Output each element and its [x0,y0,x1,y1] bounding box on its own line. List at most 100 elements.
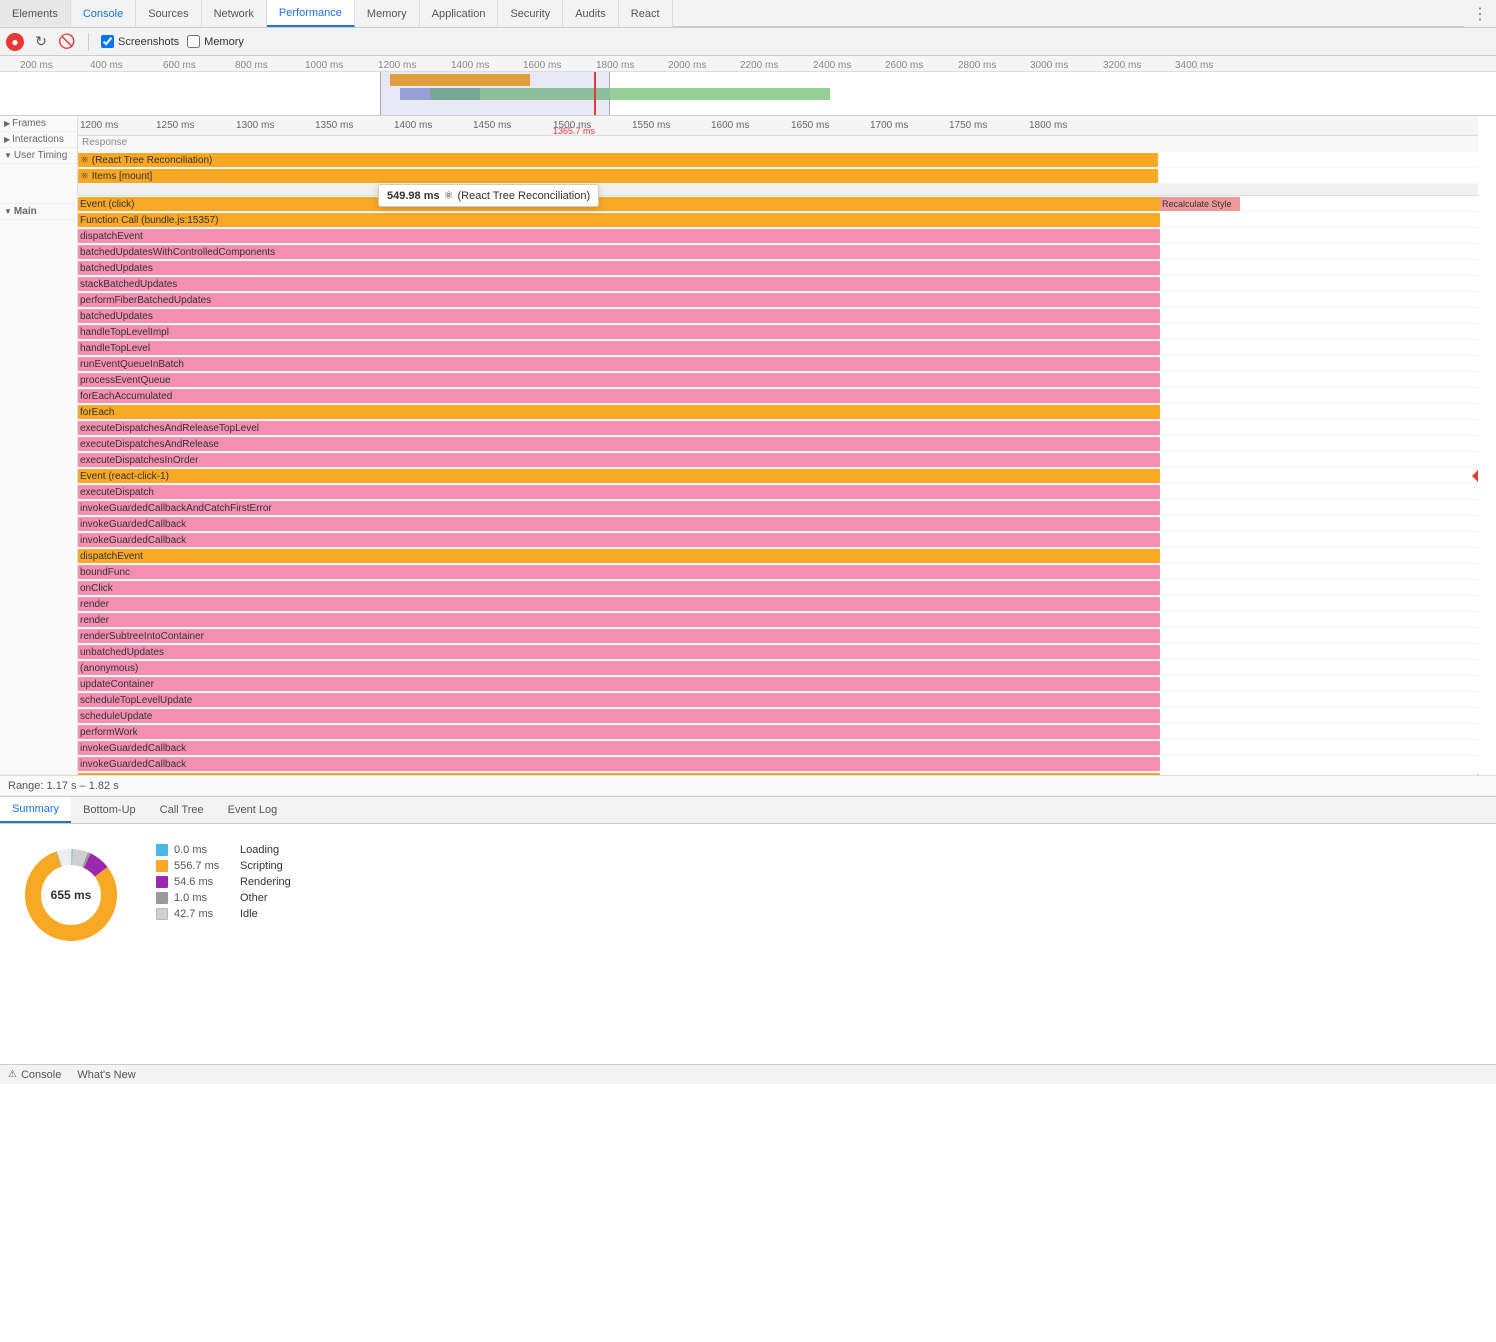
main-row-invoke-guarded-1[interactable]: invokeGuardedCallback [78,516,1478,532]
bar-render-1[interactable]: render [78,597,1160,611]
bar-batched-updates[interactable]: batchedUpdates [78,261,1160,275]
bar-for-each[interactable]: forEach [78,405,1160,419]
tab-security[interactable]: Security [498,0,563,27]
main-row-perform-work[interactable]: performWork [78,724,1478,740]
main-row-invoke-guarded-catch-first[interactable]: invokeGuardedCallbackAndCatchFirstError [78,500,1478,516]
tab-application[interactable]: Application [420,0,499,27]
tab-console[interactable]: Console [71,0,136,27]
bar-recalculate-style[interactable]: Recalculate Style [1160,197,1240,211]
main-row-bound-func[interactable]: boundFunc [78,564,1478,580]
bar-invoke-guarded-catch-first[interactable]: invokeGuardedCallbackAndCatchFirstError [78,501,1160,515]
tab-performance[interactable]: Performance [267,0,355,27]
main-row-for-each-accumulated[interactable]: forEachAccumulated [78,388,1478,404]
main-row-process-event-queue[interactable]: processEventQueue [78,372,1478,388]
bar-invoke-guarded-2[interactable]: invokeGuardedCallback [78,533,1160,547]
bar-react-tree-reconciliation[interactable]: ⚛ (React Tree Reconciliation) [78,153,1158,167]
bar-event-click[interactable]: Event (click) [78,197,1160,211]
selection-range[interactable] [380,72,610,116]
bar-perform-work[interactable]: performWork [78,725,1160,739]
main-row-function-call[interactable]: Function Call (bundle.js:15357) [78,212,1478,228]
bar-items-mount[interactable]: ⚛ Items [mount] [78,169,1158,183]
main-row-execute-dispatches-release-top[interactable]: executeDispatchesAndReleaseTopLevel [78,420,1478,436]
bar-schedule-update[interactable]: scheduleUpdate [78,709,1160,723]
tab-bottom-up[interactable]: Bottom-Up [71,797,148,823]
bar-function-call[interactable]: Function Call (bundle.js:15357) [78,213,1160,227]
main-row-run-event-queue[interactable]: runEventQueueInBatch [78,356,1478,372]
record-button[interactable]: ● [6,33,24,51]
bar-dispatch-event-1[interactable]: dispatchEvent [78,229,1160,243]
tab-network[interactable]: Network [202,0,267,27]
main-row-batched-updates-2[interactable]: batchedUpdates [78,308,1478,324]
bar-batched-updates-controlled[interactable]: batchedUpdatesWithControlledComponents [78,245,1160,259]
tab-summary[interactable]: Summary [0,797,71,823]
tab-call-tree[interactable]: Call Tree [148,797,216,823]
tab-react[interactable]: React [619,0,673,27]
bar-dispatch-event-2[interactable]: dispatchEvent [78,549,1160,563]
main-row-update-container[interactable]: updateContainer [78,676,1478,692]
main-row-event-click[interactable]: Event (click) Recalculate Style [78,196,1478,212]
main-row-anonymous[interactable]: (anonymous) [78,660,1478,676]
main-row-batched-updates-controlled[interactable]: batchedUpdatesWithControlledComponents [78,244,1478,260]
tab-event-log[interactable]: Event Log [216,797,290,823]
main-row-handle-top-level-impl[interactable]: handleTopLevelImpl [78,324,1478,340]
bar-event-react-click[interactable]: Event (react-click-1) [78,469,1160,483]
bar-update-container[interactable]: updateContainer [78,677,1160,691]
console-status-btn[interactable]: ⚠ Console [8,1069,61,1081]
tab-audits[interactable]: Audits [563,0,619,27]
frames-section-label[interactable]: ▶ Frames [0,116,77,132]
main-row-event-react-click[interactable]: Event (react-click-1) [78,468,1478,484]
bar-render-subtree[interactable]: renderSubtreeIntoContainer [78,629,1160,643]
tab-sources[interactable]: Sources [136,0,201,27]
main-row-invoke-guarded-3[interactable]: invokeGuardedCallback [78,740,1478,756]
main-section-label[interactable]: ▼ Main [0,204,77,220]
bar-handle-top-level[interactable]: handleTopLevel [78,341,1160,355]
bar-event-invokeguarded[interactable]: Event (react-invokeguardedcallback-2) [78,773,1160,775]
bar-stack-batched[interactable]: stackBatchedUpdates [78,277,1160,291]
main-row-dispatch-event-2[interactable]: dispatchEvent [78,548,1478,564]
main-row-perform-fiber[interactable]: performFiberBatchedUpdates [78,292,1478,308]
bar-schedule-top-level[interactable]: scheduleTopLevelUpdate [78,693,1160,707]
main-row-render-1[interactable]: render [78,596,1478,612]
user-timing-row-1[interactable]: ⚛ Items [mount] 549.98 ms ⚛ (React Tree … [78,168,1478,184]
memory-checkbox[interactable]: Memory [187,35,244,48]
tab-elements[interactable]: Elements [0,0,71,27]
bar-execute-dispatches-release-top[interactable]: executeDispatchesAndReleaseTopLevel [78,421,1160,435]
bar-invoke-guarded-3[interactable]: invokeGuardedCallback [78,741,1160,755]
clear-button[interactable]: 🚫 [58,33,76,51]
bar-render-2[interactable]: render [78,613,1160,627]
main-row-execute-dispatches-release[interactable]: executeDispatchesAndRelease [78,436,1478,452]
main-row-batched-updates[interactable]: batchedUpdates [78,260,1478,276]
main-row-stack-batched[interactable]: stackBatchedUpdates [78,276,1478,292]
main-row-invoke-guarded-4[interactable]: invokeGuardedCallback [78,756,1478,772]
reload-button[interactable]: ↻ [32,33,50,51]
bar-handle-top-level-impl[interactable]: handleTopLevelImpl [78,325,1160,339]
main-row-for-each[interactable]: forEach [78,404,1478,420]
bar-run-event-queue[interactable]: runEventQueueInBatch [78,357,1160,371]
main-row-render-2[interactable]: render [78,612,1478,628]
main-row-handle-top-level[interactable]: handleTopLevel [78,340,1478,356]
user-timing-section-label[interactable]: ▼ User Timing [0,148,77,164]
bar-batched-updates-2[interactable]: batchedUpdates [78,309,1160,323]
bar-execute-dispatches-order[interactable]: executeDispatchesInOrder [78,453,1160,467]
bar-for-each-accumulated[interactable]: forEachAccumulated [78,389,1160,403]
main-row-execute-dispatch[interactable]: executeDispatch [78,484,1478,500]
bar-invoke-guarded-4[interactable]: invokeGuardedCallback [78,757,1160,771]
bar-anonymous[interactable]: (anonymous) [78,661,1160,675]
flame-chart[interactable]: 1200 ms 1250 ms 1300 ms 1350 ms 1400 ms … [78,116,1496,775]
main-row-dispatch-event[interactable]: dispatchEvent [78,228,1478,244]
interactions-section-label[interactable]: ▶ Interactions [0,132,77,148]
bar-unbatched[interactable]: unbatchedUpdates [78,645,1160,659]
timeline-overview[interactable]: 200 ms 400 ms 600 ms 800 ms 1000 ms 1200… [0,56,1496,116]
user-timing-row-0[interactable]: ⚛ (React Tree Reconciliation) [78,152,1478,168]
bar-invoke-guarded-1[interactable]: invokeGuardedCallback [78,517,1160,531]
more-tabs-icon[interactable]: ⋮ [1464,0,1496,27]
bar-perform-fiber[interactable]: performFiberBatchedUpdates [78,293,1160,307]
bar-process-event-queue[interactable]: processEventQueue [78,373,1160,387]
whats-new-btn[interactable]: What's New [77,1069,135,1081]
main-row-invoke-guarded-2[interactable]: invokeGuardedCallback [78,532,1478,548]
main-row-schedule-update[interactable]: scheduleUpdate [78,708,1478,724]
bar-execute-dispatches-release[interactable]: executeDispatchesAndRelease [78,437,1160,451]
main-row-schedule-top-level[interactable]: scheduleTopLevelUpdate [78,692,1478,708]
main-row-event-invokeguarded[interactable]: Event (react-invokeguardedcallback-2) [78,772,1478,775]
main-row-render-subtree[interactable]: renderSubtreeIntoContainer [78,628,1478,644]
